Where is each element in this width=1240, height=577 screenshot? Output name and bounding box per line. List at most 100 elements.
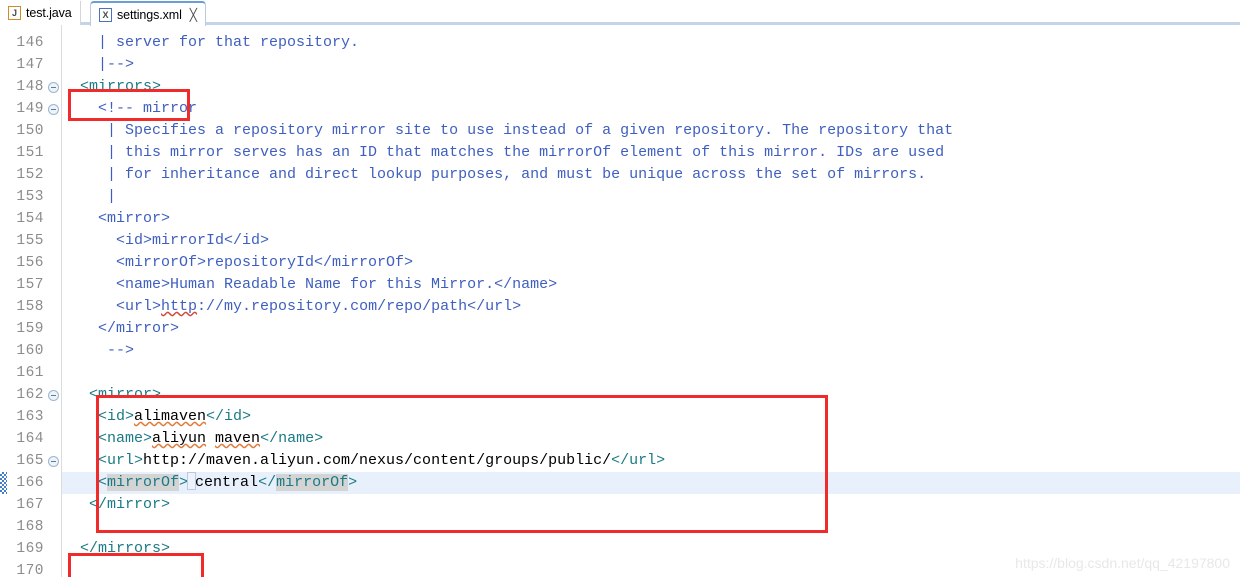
gutter-row[interactable]: 162 <box>7 384 61 406</box>
code-token: | <box>62 188 117 205</box>
gutter-row[interactable]: 151 <box>7 142 61 164</box>
gutter-row[interactable]: 169 <box>7 538 61 560</box>
spellcheck-word: aliyun <box>152 430 207 447</box>
code-line[interactable]: | for inheritance and direct lookup purp… <box>62 164 1240 186</box>
line-number: 146 <box>16 35 44 51</box>
code-line[interactable]: | <box>62 186 1240 208</box>
code-line[interactable]: --> <box>62 340 1240 362</box>
code-line[interactable]: <mirror> <box>62 208 1240 230</box>
code-token: </mirrors> <box>62 540 171 557</box>
line-number: 165 <box>16 453 44 469</box>
code-line[interactable]: <name>aliyun maven</name> <box>62 428 1240 450</box>
code-token: <name>Human Readable Name for this Mirro… <box>62 276 558 293</box>
code-token: <mirror> <box>62 386 162 403</box>
spellcheck-word: alimaven <box>134 408 207 425</box>
tab-label: test.java <box>26 6 72 20</box>
code-surface[interactable]: | server for that repository. |--> <mirr… <box>62 25 1240 577</box>
fold-collapse-icon[interactable] <box>48 390 59 401</box>
gutter-row[interactable]: 168 <box>7 516 61 538</box>
java-file-icon: J <box>8 6 21 20</box>
occurrence-highlight: mirrorOf <box>276 474 349 491</box>
code-line[interactable]: <mirrorOf>repositoryId</mirrorOf> <box>62 252 1240 274</box>
code-line[interactable]: | server for that repository. <box>62 32 1240 54</box>
gutter-row[interactable]: 156 <box>7 252 61 274</box>
code-line[interactable]: <url>http://my.repository.com/repo/path<… <box>62 296 1240 318</box>
code-token: | this mirror serves has an ID that matc… <box>62 144 945 161</box>
line-number: 169 <box>16 541 44 557</box>
code-line-current[interactable]: <mirrorOf> central</mirrorOf> <box>62 472 1240 494</box>
spellcheck-word: http <box>161 298 198 315</box>
code-line[interactable] <box>62 362 1240 384</box>
gutter-row[interactable]: 158 <box>7 296 61 318</box>
line-number: 159 <box>16 321 44 337</box>
line-number: 152 <box>16 167 44 183</box>
gutter-row[interactable]: 160 <box>7 340 61 362</box>
line-number: 156 <box>16 255 44 271</box>
gutter-row[interactable]: 163 <box>7 406 61 428</box>
code-token: <id> <box>62 408 135 425</box>
line-number: 160 <box>16 343 44 359</box>
line-number: 167 <box>16 497 44 513</box>
code-token: <url> <box>62 298 162 315</box>
line-number: 161 <box>16 365 44 381</box>
code-line[interactable]: <id>mirrorId</id> <box>62 230 1240 252</box>
code-token: <mirrors> <box>62 78 162 95</box>
gutter-row[interactable]: 155 <box>7 230 61 252</box>
code-line[interactable]: </mirror> <box>62 494 1240 516</box>
gutter-row[interactable]: 148 <box>7 76 61 98</box>
gutter-row[interactable]: 154 <box>7 208 61 230</box>
gutter-row[interactable]: 159 <box>7 318 61 340</box>
gutter-row[interactable]: 165 <box>7 450 61 472</box>
tab-settings-xml[interactable]: X settings.xml ╳ <box>90 1 207 26</box>
close-icon[interactable]: ╳ <box>190 9 197 21</box>
fold-collapse-icon[interactable] <box>48 82 59 93</box>
code-line[interactable]: <mirror> <box>62 384 1240 406</box>
gutter-row[interactable]: 146 <box>7 32 61 54</box>
code-token: </id> <box>206 408 252 425</box>
gutter-row[interactable]: 149 <box>7 98 61 120</box>
watermark: https://blog.csdn.net/qq_42197800 <box>1015 555 1230 571</box>
code-line[interactable]: | Specifies a repository mirror site to … <box>62 120 1240 142</box>
fold-collapse-icon[interactable] <box>48 456 59 467</box>
gutter-row[interactable]: 153 <box>7 186 61 208</box>
code-line[interactable]: |--> <box>62 54 1240 76</box>
code-line[interactable]: | this mirror serves has an ID that matc… <box>62 142 1240 164</box>
gutter-row[interactable]: 161 <box>7 362 61 384</box>
line-number: 163 <box>16 409 44 425</box>
gutter-row[interactable]: 164 <box>7 428 61 450</box>
line-number: 154 <box>16 211 44 227</box>
code-editor[interactable]: 146 147 148 149 150 151 152 153 154 155 156 157 158 1… <box>0 25 1240 577</box>
gutter-row[interactable]: 167 <box>7 494 61 516</box>
gutter-row[interactable]: 170 <box>7 560 61 577</box>
change-marker <box>0 472 7 494</box>
code-line[interactable]: <name>Human Readable Name for this Mirro… <box>62 274 1240 296</box>
code-line[interactable]: <mirrors> <box>62 76 1240 98</box>
line-number-gutter[interactable]: 146 147 148 149 150 151 152 153 154 155 156 157 158 1… <box>7 25 62 577</box>
editor-tab-bar: J test.java X settings.xml ╳ <box>0 0 1240 26</box>
fold-collapse-icon[interactable] <box>48 104 59 115</box>
line-number: 157 <box>16 277 44 293</box>
gutter-row[interactable]: 152 <box>7 164 61 186</box>
code-token: <mirror> <box>62 210 171 227</box>
line-number: 149 <box>16 101 44 117</box>
code-line[interactable]: <!-- mirror <box>62 98 1240 120</box>
code-line[interactable]: </mirror> <box>62 318 1240 340</box>
code-token: < <box>62 474 108 491</box>
gutter-row[interactable]: 157 <box>7 274 61 296</box>
code-token: | for inheritance and direct lookup purp… <box>62 166 927 183</box>
tab-label: settings.xml <box>117 7 182 22</box>
occurrence-highlight: mirrorOf <box>107 474 180 491</box>
code-token: http://maven.aliyun.com/nexus/content/gr… <box>143 452 612 469</box>
line-number: 158 <box>16 299 44 315</box>
code-line[interactable]: <id>alimaven</id> <box>62 406 1240 428</box>
spellcheck-word: maven <box>215 430 261 447</box>
code-line[interactable] <box>62 516 1240 538</box>
tab-test-java[interactable]: J test.java <box>0 1 81 25</box>
line-number: 162 <box>16 387 44 403</box>
xml-file-icon: X <box>99 7 112 22</box>
gutter-row[interactable]: 166 <box>7 472 61 494</box>
code-line[interactable]: <url>http://maven.aliyun.com/nexus/conte… <box>62 450 1240 472</box>
gutter-row[interactable]: 147 <box>7 54 61 76</box>
gutter-row[interactable]: 150 <box>7 120 61 142</box>
